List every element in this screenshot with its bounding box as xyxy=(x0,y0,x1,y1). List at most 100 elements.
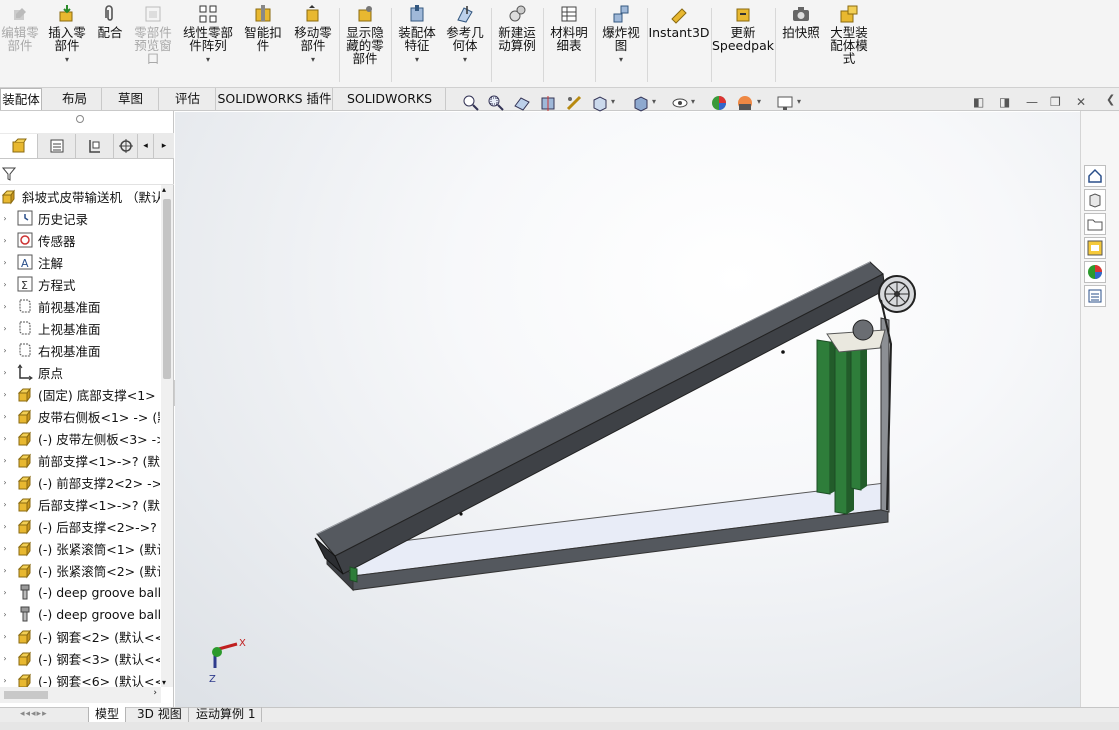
tab-assembly[interactable]: 装配体 xyxy=(0,88,42,110)
dropdown-arrow-icon[interactable]: ▾ xyxy=(611,97,615,106)
conveyor-model-view[interactable]: X Z xyxy=(175,112,1080,707)
expand-arrow-icon[interactable]: › xyxy=(0,654,10,663)
show-hidden-components-button[interactable]: 显示隐 藏的零 部件 xyxy=(342,4,388,65)
expand-arrow-icon[interactable]: › xyxy=(0,434,10,443)
assembly-features-button[interactable]: 装配体 特征 ▾ xyxy=(394,4,440,66)
expand-arrow-icon[interactable]: › xyxy=(0,544,10,553)
tab-sketch[interactable]: 草图 xyxy=(103,88,159,110)
expand-arrow-icon[interactable]: › xyxy=(0,500,10,509)
tree-filter[interactable] xyxy=(0,163,174,185)
tree-item[interactable]: › (-) 前部支撑2<2> -> xyxy=(0,471,160,493)
dropdown-arrow-icon[interactable]: ▾ xyxy=(463,53,467,66)
tree-item[interactable]: › (-) 皮带左侧板<3> -> xyxy=(0,427,160,449)
tree-item[interactable]: › 后部支撑<1>->? (默认 xyxy=(0,493,160,515)
tree-horizontal-scrollbar[interactable]: › xyxy=(0,687,161,703)
tabs-scroll-left-icon[interactable]: ◂ xyxy=(138,134,154,158)
expand-arrow-icon[interactable]: › xyxy=(0,280,10,289)
appearances-button[interactable] xyxy=(1084,261,1106,283)
tab-feature-manager[interactable] xyxy=(0,134,38,158)
previous-view-icon[interactable] xyxy=(513,94,531,112)
section-view-icon[interactable] xyxy=(539,94,557,112)
view-settings-icon[interactable] xyxy=(776,94,794,112)
tab-3d-views[interactable]: 3D 视图 xyxy=(131,707,189,723)
dropdown-arrow-icon[interactable]: ▾ xyxy=(65,53,69,66)
edit-component-button[interactable]: 编辑零 部件 xyxy=(0,4,40,52)
tab-solidworks-mbd[interactable]: SOLIDWORKS MBD xyxy=(334,88,446,127)
tab-dimxpert-manager[interactable] xyxy=(114,134,138,158)
panel-grip-icon[interactable] xyxy=(76,115,84,123)
exploded-view-button[interactable]: 爆炸视 图 ▾ xyxy=(598,4,644,66)
tree-item[interactable]: › Σ 方程式 xyxy=(0,273,160,295)
tree-item[interactable]: › 历史记录 xyxy=(0,207,160,229)
expand-arrow-icon[interactable]: › xyxy=(0,412,10,421)
tree-item[interactable]: › 右视基准面 xyxy=(0,339,160,361)
large-assembly-mode-button[interactable]: 大型装 配体模 式 xyxy=(826,4,872,65)
tab-solidworks-addins[interactable]: SOLIDWORKS 插件 xyxy=(217,88,333,110)
tab-motion-study-1[interactable]: 运动算例 1 xyxy=(190,707,263,723)
apply-scene-icon[interactable] xyxy=(736,94,754,112)
linear-component-pattern-button[interactable]: 线性零部 件阵列 ▾ xyxy=(180,4,236,66)
expand-arrow-icon[interactable]: › xyxy=(0,346,10,355)
task-pane-collapse-icon[interactable]: ❮ xyxy=(1106,93,1115,106)
tree-item[interactable]: › 传感器 xyxy=(0,229,160,251)
restore-icon[interactable]: ❐ xyxy=(1050,95,1061,109)
insert-components-button[interactable]: 插入零 部件 ▾ xyxy=(44,4,90,66)
tree-item[interactable]: › (-) 钢套<6> (默认<<默 xyxy=(0,669,160,687)
tile-left-icon[interactable]: ◧ xyxy=(973,95,984,109)
tree-item[interactable]: › (-) 张紧滚筒<2> (默认 xyxy=(0,559,160,581)
tab-evaluate[interactable]: 评估 xyxy=(160,88,216,110)
expand-arrow-icon[interactable]: › xyxy=(0,302,10,311)
smart-fasteners-button[interactable]: 智能扣 件 xyxy=(240,4,286,52)
close-icon[interactable]: ✕ xyxy=(1076,95,1086,109)
minimize-icon[interactable]: — xyxy=(1026,95,1038,109)
tabs-scroll-right-icon[interactable]: ▸ xyxy=(155,134,173,158)
expand-arrow-icon[interactable]: › xyxy=(0,324,10,333)
expand-arrow-icon[interactable]: › xyxy=(0,390,10,399)
hide-show-items-icon[interactable] xyxy=(671,94,689,112)
expand-arrow-icon[interactable]: › xyxy=(0,456,10,465)
reference-geometry-button[interactable]: 参考几 何体 ▾ xyxy=(442,4,488,66)
custom-properties-button[interactable] xyxy=(1084,285,1106,307)
tree-item[interactable]: › (-) deep groove ball xyxy=(0,581,160,603)
tree-item[interactable]: › (固定) 底部支撑<1> (默 xyxy=(0,383,160,405)
tree-item[interactable]: › (-) 钢套<2> (默认<<默 xyxy=(0,625,160,647)
tab-property-manager[interactable] xyxy=(38,134,76,158)
expand-arrow-icon[interactable]: › xyxy=(0,610,10,619)
expand-arrow-icon[interactable]: › xyxy=(0,214,10,223)
expand-arrow-icon[interactable]: › xyxy=(0,522,10,531)
tree-item[interactable]: › 前视基准面 xyxy=(0,295,160,317)
tree-item[interactable]: › (-) 钢套<3> (默认<<默 xyxy=(0,647,160,669)
zoom-to-area-icon[interactable] xyxy=(487,94,505,112)
solidworks-resources-button[interactable] xyxy=(1084,165,1106,187)
tree-root-assembly[interactable]: 斜坡式皮带输送机 （默认< xyxy=(0,185,160,207)
design-library-button[interactable] xyxy=(1084,189,1106,211)
expand-arrow-icon[interactable]: › xyxy=(0,676,10,685)
scroll-up-icon[interactable]: ▴ xyxy=(162,185,166,194)
dropdown-arrow-icon[interactable]: ▾ xyxy=(757,97,761,106)
expand-arrow-icon[interactable]: › xyxy=(0,478,10,487)
tree-item[interactable]: › A 注解 xyxy=(0,251,160,273)
view-palette-button[interactable] xyxy=(1084,237,1106,259)
dropdown-arrow-icon[interactable]: ▾ xyxy=(206,53,210,66)
tile-right-icon[interactable]: ◨ xyxy=(999,95,1010,109)
dropdown-arrow-icon[interactable]: ▾ xyxy=(797,97,801,106)
tree-item[interactable]: › 前部支撑<1>->? (默认 xyxy=(0,449,160,471)
tree-item[interactable]: › 上视基准面 xyxy=(0,317,160,339)
graphics-area[interactable]: X Z xyxy=(175,112,1080,707)
tree-vertical-scrollbar[interactable]: ▴ ▾ xyxy=(161,185,173,687)
dropdown-arrow-icon[interactable]: ▾ xyxy=(619,53,623,66)
dropdown-arrow-icon[interactable]: ▾ xyxy=(415,53,419,66)
tree-item[interactable]: › 原点 xyxy=(0,361,160,383)
bill-of-materials-button[interactable]: 材料明 细表 xyxy=(546,4,592,52)
zoom-to-fit-icon[interactable] xyxy=(462,94,480,112)
dropdown-arrow-icon[interactable]: ▾ xyxy=(311,53,315,66)
update-speedpak-button[interactable]: 更新 Speedpak xyxy=(712,4,774,52)
scroll-down-icon[interactable]: ▾ xyxy=(162,678,166,687)
file-explorer-button[interactable] xyxy=(1084,213,1106,235)
edit-appearance-icon[interactable] xyxy=(710,94,728,112)
expand-arrow-icon[interactable]: › xyxy=(0,258,10,267)
scroll-right-icon[interactable]: › xyxy=(153,688,157,698)
tab-navigation-arrows[interactable]: ◂◂◂▸▸ xyxy=(20,709,48,719)
take-snapshot-button[interactable]: 拍快照 xyxy=(778,4,824,39)
tree-item[interactable]: › 皮带右侧板<1> -> (默 xyxy=(0,405,160,427)
